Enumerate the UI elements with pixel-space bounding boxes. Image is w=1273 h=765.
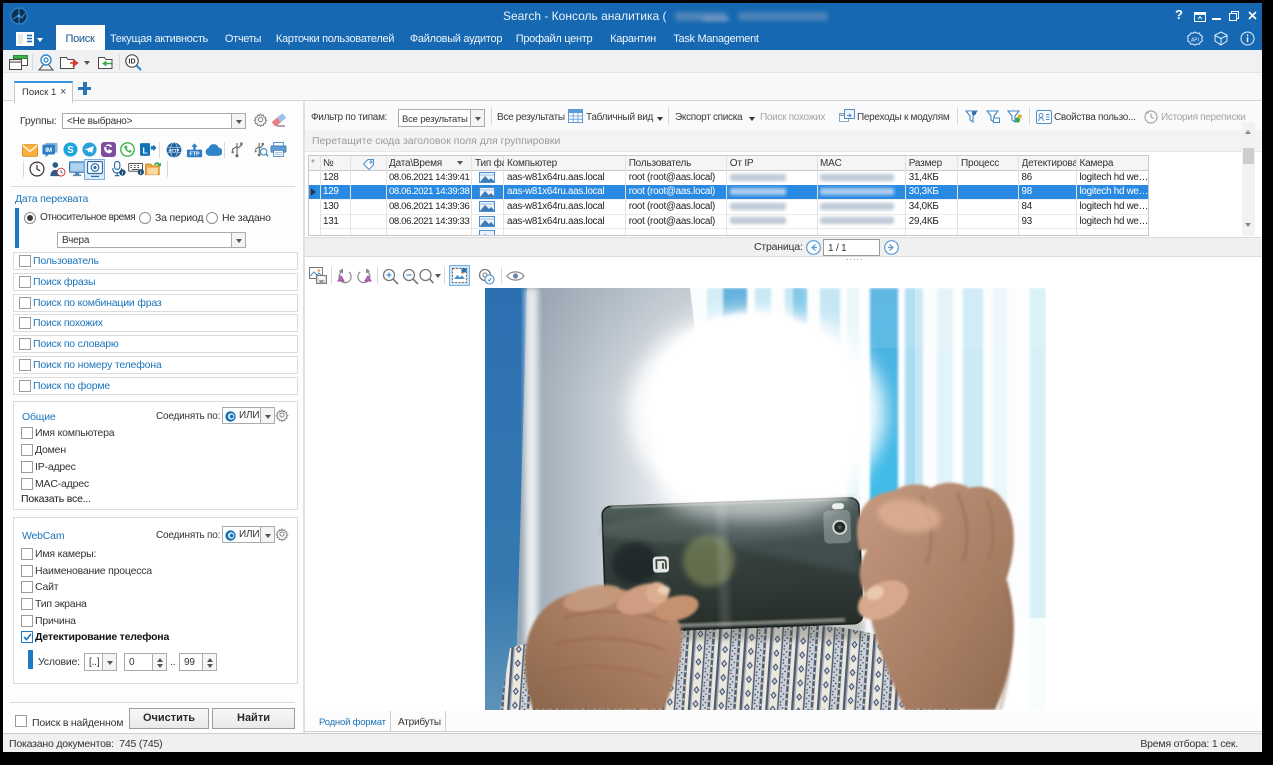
svg-text:API: API xyxy=(1191,38,1199,44)
svg-text:i: i xyxy=(122,170,123,176)
svg-text:L: L xyxy=(142,145,147,155)
svg-text:i: i xyxy=(140,170,141,176)
svg-text:S: S xyxy=(67,145,74,156)
svg-text:FTP: FTP xyxy=(189,152,200,158)
svg-text:ID: ID xyxy=(129,59,136,66)
svg-text:HTTP: HTTP xyxy=(169,148,180,153)
svg-text:IM: IM xyxy=(45,147,52,154)
